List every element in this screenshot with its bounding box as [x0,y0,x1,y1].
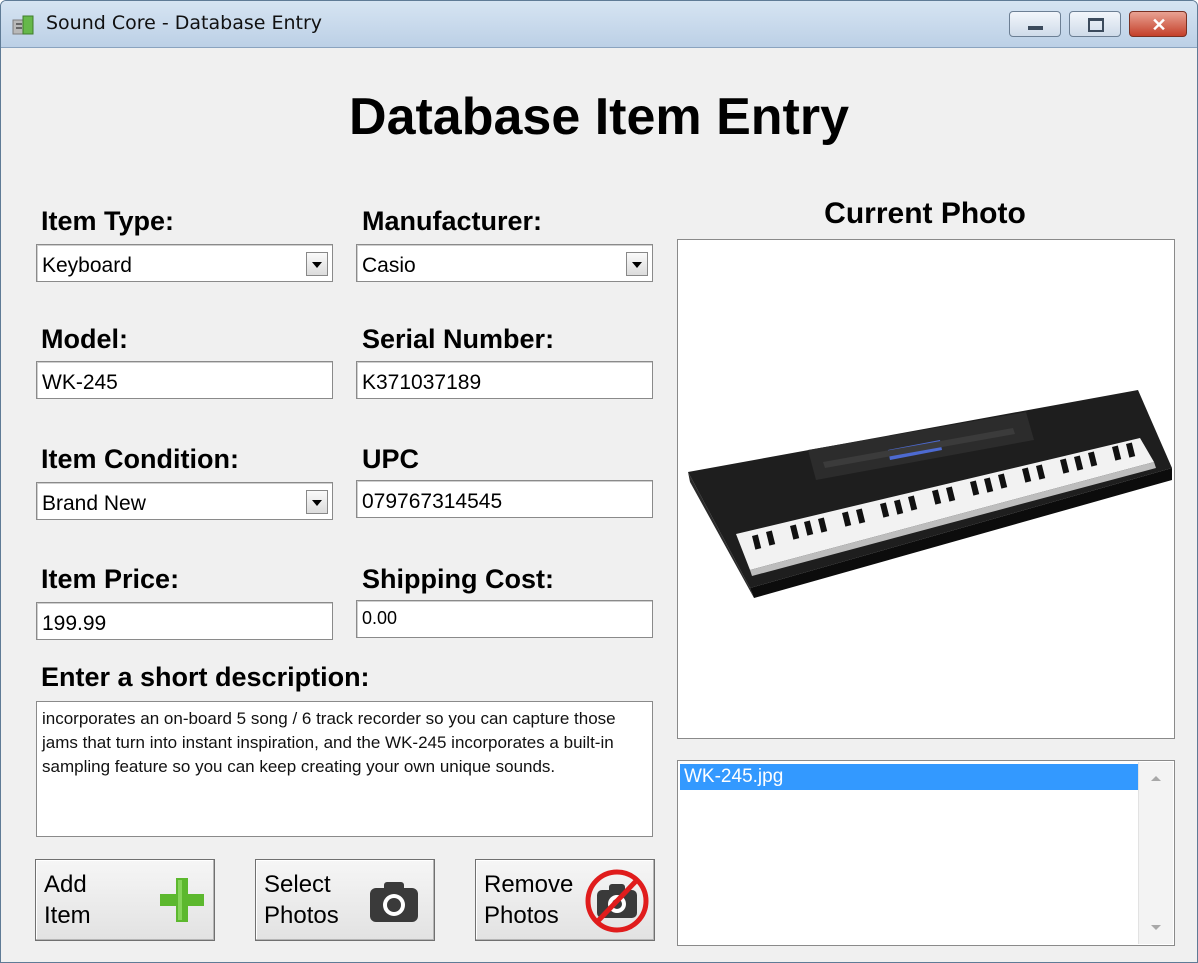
select-photos-line2: Photos [264,902,339,929]
item-price-label: Item Price: [41,564,180,594]
shipping-cost-field[interactable]: 0.00 [356,600,653,638]
scroll-up-icon[interactable] [1151,776,1161,781]
close-button[interactable]: ✕ [1129,11,1187,37]
item-type-label: Item Type: [41,206,175,236]
maximize-button[interactable] [1069,11,1121,37]
chevron-down-icon[interactable] [306,252,328,276]
upc-value: 079767314545 [362,490,503,513]
shipping-cost-value: 0.00 [362,608,398,628]
minimize-icon [1028,26,1043,30]
remove-photos-line2: Photos [484,902,559,929]
upc-label: UPC [362,444,420,474]
plus-icon [160,878,204,922]
description-value: incorporates an on-board 5 song / 6 trac… [42,709,616,776]
add-item-line1: Add [44,871,87,898]
camera-icon [370,882,418,922]
serial-number-label: Serial Number: [362,324,555,354]
select-photos-button[interactable]: Select Photos [255,859,435,941]
window-title: Sound Core - Database Entry [46,12,323,34]
main-window: Sound Core - Database Entry ✕ Database I… [0,0,1198,963]
manufacturer-value: Casio [362,254,416,277]
item-condition-select[interactable]: Brand New [36,482,333,520]
title-bar[interactable]: Sound Core - Database Entry ✕ [1,1,1197,48]
minimize-button[interactable] [1009,11,1061,37]
add-item-button[interactable]: Add Item [35,859,215,941]
upc-field[interactable]: 079767314545 [356,480,653,518]
remove-photos-line1: Remove [484,871,574,898]
shipping-cost-label: Shipping Cost: [362,564,554,594]
no-camera-icon [585,869,649,933]
item-type-select[interactable]: Keyboard [36,244,333,282]
add-item-line2: Item [44,902,91,929]
chevron-down-icon[interactable] [626,252,648,276]
model-field[interactable]: WK-245 [36,361,333,399]
manufacturer-label: Manufacturer: [362,206,543,236]
current-photo-title: Current Photo [824,197,1026,230]
chevron-down-icon[interactable] [306,490,328,514]
scrollbar[interactable] [1138,762,1173,944]
keyboard-photo [688,390,1172,598]
photo-list[interactable]: WK-245.jpg [677,760,1175,946]
item-condition-value: Brand New [42,492,146,515]
manufacturer-select[interactable]: Casio [356,244,653,282]
item-price-field[interactable]: 199.99 [36,602,333,640]
remove-photos-button-label: Remove Photos [484,869,594,931]
description-label: Enter a short description: [41,662,370,692]
serial-number-field[interactable]: K371037189 [356,361,653,399]
item-type-value: Keyboard [42,254,132,277]
scroll-down-icon[interactable] [1151,925,1161,930]
item-condition-label: Item Condition: [41,444,239,474]
add-item-button-label: Add Item [44,869,154,931]
model-label: Model: [41,324,128,354]
close-icon: ✕ [1151,15,1167,35]
description-textarea[interactable]: incorporates an on-board 5 song / 6 trac… [36,701,653,837]
maximize-icon [1088,18,1104,32]
model-value: WK-245 [42,371,118,394]
serial-number-value: K371037189 [362,371,482,394]
list-item[interactable]: WK-245.jpg [680,764,1138,790]
app-icon [12,15,34,35]
current-photo-frame [677,239,1175,739]
item-price-value: 199.99 [42,612,107,635]
select-photos-line1: Select [264,871,331,898]
remove-photos-button[interactable]: Remove Photos [475,859,655,941]
page-title: Database Item Entry [349,88,849,146]
select-photos-button-label: Select Photos [264,869,374,931]
